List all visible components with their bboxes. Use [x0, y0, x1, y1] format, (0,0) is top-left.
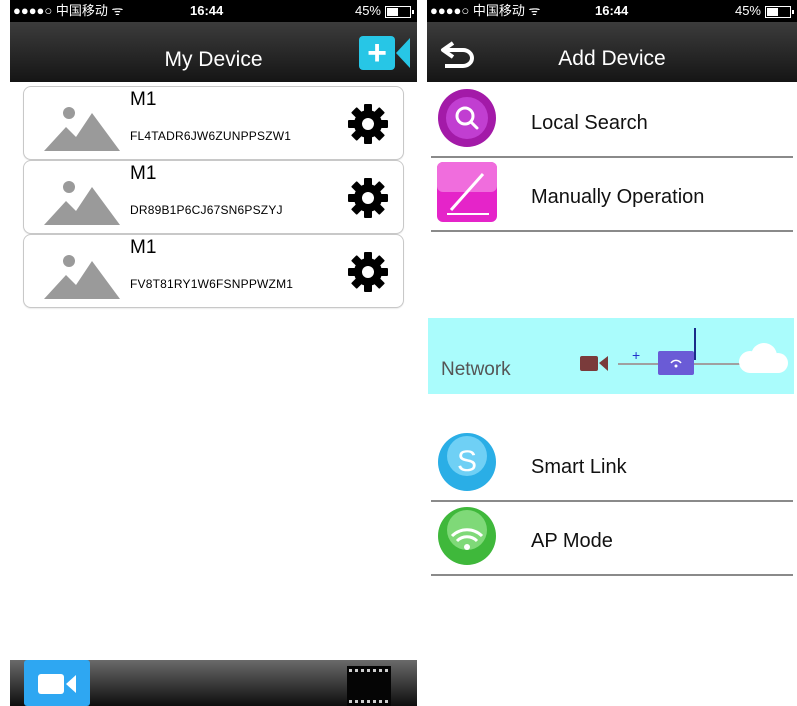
camera-icon [580, 356, 608, 371]
cloud-icon [739, 343, 788, 373]
manual-operation-label: Manually Operation [531, 186, 705, 208]
device-card[interactable]: M1 FL4TADR6JW6ZUNPPSZW1 [23, 86, 404, 160]
ap-mode-option[interactable]: AP Mode [431, 502, 793, 576]
pencil-icon [437, 162, 497, 222]
svg-text:S: S [457, 445, 477, 478]
device-thumbnail-icon [44, 255, 120, 299]
device-uid: FL4TADR6JW6ZUNPPSZW1 [130, 129, 292, 143]
device-thumbnail-icon [44, 181, 120, 225]
battery-percent: 45% [734, 3, 761, 18]
nav-bar: My Device + [10, 22, 417, 82]
wifi-icon [438, 507, 496, 565]
device-uid: FV8T81RY1W6FSNPPWZM1 [130, 277, 294, 291]
device-uid: DR89B1P6CJ67SN6PSZYJ [130, 203, 283, 217]
carrier-label: ●●●●○ 中国移动 ᯤ [13, 3, 124, 18]
device-name: M1 [130, 237, 157, 258]
device-name: M1 [130, 89, 157, 110]
smartlink-icon: S [438, 433, 496, 491]
battery-percent: 45% [354, 3, 381, 18]
search-icon [438, 89, 496, 147]
status-bar: ●●●●○ 中国移动 ᯤ 16:44 45% [10, 0, 417, 22]
manual-operation-option[interactable]: Manually Operation [431, 158, 793, 232]
add-device-icon: + [359, 36, 395, 70]
camera-icon [38, 674, 76, 694]
nav-bar: Add Device [427, 22, 797, 82]
my-device-screen: ●●●●○ 中国移动 ᯤ 16:44 45% My Device + M1 FL… [10, 0, 417, 706]
gear-icon[interactable] [347, 103, 389, 145]
status-bar: ●●●●○ 中国移动 ᯤ 16:44 45% [427, 0, 797, 22]
battery-indicator: 45% [354, 0, 414, 22]
battery-icon [765, 5, 794, 18]
device-card[interactable]: M1 FV8T81RY1W6FSNPPWZM1 [23, 234, 404, 308]
smart-link-label: Smart Link [531, 456, 627, 478]
carrier-label: ●●●●○ 中国移动 ᯤ [430, 3, 541, 18]
battery-indicator: 45% [734, 0, 794, 22]
tab-bar [10, 660, 417, 706]
gear-icon[interactable] [347, 177, 389, 219]
clock: 16:44 [595, 3, 629, 18]
add-device-screen: ●●●●○ 中国移动 ᯤ 16:44 45% Add Device Local … [427, 0, 797, 706]
router-icon [658, 328, 696, 375]
clock: 16:44 [190, 3, 224, 18]
ap-mode-label: AP Mode [531, 530, 613, 552]
local-search-option[interactable]: Local Search [431, 84, 793, 158]
device-thumbnail-icon [44, 107, 120, 151]
tab-devices[interactable] [24, 660, 90, 706]
smart-link-option[interactable]: S Smart Link [431, 428, 793, 502]
local-search-label: Local Search [531, 112, 648, 134]
camera-lens-shape [396, 38, 410, 68]
network-diagram: + [580, 328, 788, 375]
gear-icon[interactable] [347, 251, 389, 293]
device-name: M1 [130, 163, 157, 184]
add-device-button[interactable]: + [359, 36, 410, 70]
film-icon[interactable] [347, 666, 391, 706]
device-card[interactable]: M1 DR89B1P6CJ67SN6PSZYJ [23, 160, 404, 234]
battery-icon [385, 5, 414, 18]
network-banner: Network + [428, 318, 794, 394]
plus-label: + [632, 347, 640, 363]
